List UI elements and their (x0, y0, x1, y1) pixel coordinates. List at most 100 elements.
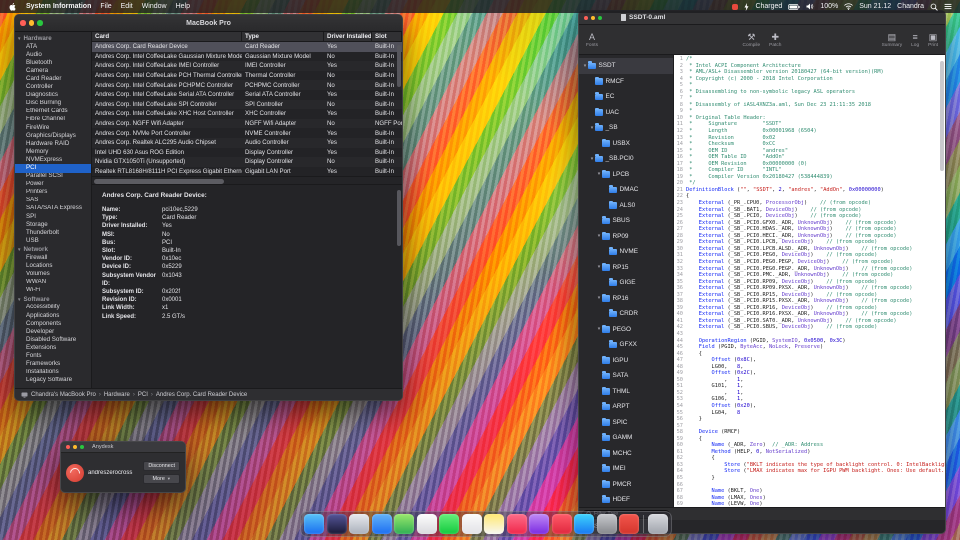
sidebar-item-printers[interactable]: Printers (15, 189, 91, 197)
table-horizontal-scrollbar[interactable] (92, 176, 402, 185)
dock-icon-music[interactable] (507, 514, 527, 534)
tree-node-sata[interactable]: SATA (579, 368, 673, 384)
anydesk-titlebar[interactable]: Anydesk (61, 442, 185, 453)
column-header-driver-installed[interactable]: Driver Installed (324, 32, 372, 41)
sidebar-item-nvmexpress[interactable]: NVMExpress (15, 156, 91, 164)
tree-node-imei[interactable]: IMEI (579, 461, 673, 477)
table-row[interactable]: Realtek RTL8168H/8111H PCI Express Gigab… (92, 167, 402, 176)
menu-help[interactable]: Help (176, 3, 190, 10)
patch-button[interactable]: ✚Patch (769, 32, 781, 48)
sidebar-item-audio[interactable]: Audio (15, 51, 91, 59)
menu-edit[interactable]: Edit (121, 3, 133, 10)
tree-node-sbus[interactable]: SBUS (579, 213, 673, 229)
tree-node-als0[interactable]: ALS0 (579, 198, 673, 214)
spotlight-icon[interactable] (930, 3, 938, 11)
menu-window[interactable]: Window (142, 3, 167, 10)
sidebar-item-usb[interactable]: USB (15, 237, 91, 245)
tree-node-ssdt[interactable]: ▾SSDT (579, 58, 673, 74)
sidebar-item-components[interactable]: Components (15, 320, 91, 328)
menu-file[interactable]: File (100, 3, 111, 10)
close-button[interactable] (584, 16, 588, 20)
sidebar-item-extensions[interactable]: Extensions (15, 344, 91, 352)
tree-node-gfxx[interactable]: GFXX (579, 337, 673, 353)
sidebar-item-wwan[interactable]: WWAN (15, 279, 91, 287)
sidebar-item-thunderbolt[interactable]: Thunderbolt (15, 229, 91, 237)
tree-node-rp09[interactable]: ▾RP09 (579, 229, 673, 245)
sidebar-section-software[interactable]: ▼Software (15, 295, 91, 304)
charging-bolt-icon[interactable] (744, 3, 749, 11)
table-row[interactable]: Andres Corp. Intel CoffeeLake PCH Therma… (92, 71, 402, 81)
tree-node-sb-pci0[interactable]: ▾_SB.PCI0 (579, 151, 673, 167)
menu-clock[interactable]: Sun 21.12 (859, 3, 891, 10)
sidebar-item-ata[interactable]: ATA (15, 43, 91, 51)
close-button[interactable] (20, 20, 26, 26)
sidebar-item-ethernet-cards[interactable]: Ethernet Cards (15, 108, 91, 116)
sidebar-item-fonts[interactable]: Fonts (15, 352, 91, 360)
tree-node-thml[interactable]: THML (579, 384, 673, 400)
sidebar-item-sata-sata-express[interactable]: SATA/SATA Express (15, 205, 91, 213)
battery-icon[interactable] (788, 4, 800, 10)
dock-icon-calendar[interactable] (462, 514, 482, 534)
tree-node-gige[interactable]: GIGE (579, 275, 673, 291)
table-row[interactable]: Intel UHD 630 Asus ROG EditionDisplay Co… (92, 148, 402, 158)
breadcrumb-item[interactable]: Andres Corp. Card Reader Device (156, 392, 247, 398)
battery-percent-label[interactable]: 100% (820, 3, 838, 10)
app-menu-title[interactable]: System Information (26, 3, 91, 10)
code-vertical-scrollbar[interactable] (940, 61, 944, 171)
fonts-button[interactable]: AFonts (586, 32, 598, 48)
sidebar-item-spi[interactable]: SPI (15, 213, 91, 221)
close-button[interactable] (66, 445, 70, 449)
sidebar-item-fibre-channel[interactable]: Fibre Channel (15, 116, 91, 124)
sidebar-item-wi-fi[interactable]: Wi-Fi (15, 287, 91, 295)
table-row[interactable]: Andres Corp. Intel CoffeeLake SPI Contro… (92, 100, 402, 110)
tree-node-nvme[interactable]: NVME (579, 244, 673, 260)
sidebar-item-frameworks[interactable]: Frameworks (15, 360, 91, 368)
code-editor[interactable]: 1/*2 * Intel ACPI Component Architecture… (674, 55, 945, 507)
table-row[interactable]: Andres Corp. Card Reader DeviceCard Read… (92, 42, 402, 52)
sidebar-item-diagnostics[interactable]: Diagnostics (15, 92, 91, 100)
dock-icon-launchpad[interactable] (349, 514, 369, 534)
fast-user-switch-menu[interactable]: Chandra (897, 3, 924, 10)
maciasl-titlebar[interactable]: SSDT-0.aml (579, 11, 945, 25)
apple-menu[interactable] (8, 2, 17, 12)
tree-node-rp15[interactable]: ▾RP15 (579, 260, 673, 276)
sidebar-item-sas[interactable]: SAS (15, 197, 91, 205)
tree-node-arpt[interactable]: ARPT (579, 399, 673, 415)
breadcrumb-item[interactable]: Hardware (104, 392, 130, 398)
scrollbar-thumb[interactable] (94, 179, 224, 184)
wifi-icon[interactable] (844, 3, 853, 10)
tree-node-uac[interactable]: UAC (579, 105, 673, 121)
dock-icon-notes[interactable] (484, 514, 504, 534)
dock-icon-photos[interactable] (417, 514, 437, 534)
tree-node-pmcr[interactable]: PMCR (579, 477, 673, 493)
anydesk-menu-icon[interactable] (732, 4, 738, 10)
sidebar-item-camera[interactable]: Camera (15, 67, 91, 75)
summary-button[interactable]: ▤Summary (882, 32, 903, 48)
print-button[interactable]: ▣Print (928, 32, 938, 48)
sidebar-item-installations[interactable]: Installations (15, 369, 91, 377)
table-row[interactable]: Andres Corp. NGFF Wifi AdapterNGFF Wifi … (92, 119, 402, 129)
dock-icon-mail[interactable] (372, 514, 392, 534)
dock-icon-app-store[interactable] (574, 514, 594, 534)
compile-button[interactable]: ⚒Compile (743, 32, 761, 48)
notification-center-icon[interactable] (944, 3, 952, 10)
column-header-slot[interactable]: Slot (372, 32, 402, 41)
table-row[interactable]: Andres Corp. Realtek ALC295 Audio Chipse… (92, 138, 402, 148)
column-header-type[interactable]: Type (242, 32, 324, 41)
minimize-button[interactable] (591, 16, 595, 20)
dock-icon-maps[interactable] (394, 514, 414, 534)
sidebar-section-network[interactable]: ▼Network (15, 245, 91, 254)
sidebar-item-bluetooth[interactable]: Bluetooth (15, 59, 91, 67)
minimize-button[interactable] (73, 445, 77, 449)
table-row[interactable]: Andres Corp. Intel CoffeeLake PCHPMC Con… (92, 80, 402, 90)
sidebar-item-graphics-displays[interactable]: Graphics/Displays (15, 132, 91, 140)
tree-node-lpcb[interactable]: ▾LPCB (579, 167, 673, 183)
tree-node-spic[interactable]: SPIC (579, 415, 673, 431)
table-vertical-scrollbar[interactable] (397, 45, 401, 87)
table-row[interactable]: Andres Corp. Intel CoffeeLake IMEI Contr… (92, 61, 402, 71)
volume-icon[interactable] (806, 3, 814, 10)
sidebar-item-pci[interactable]: PCI (15, 164, 91, 172)
sidebar-item-hardware-raid[interactable]: Hardware RAID (15, 140, 91, 148)
table-row[interactable]: Nvidia GTX1050Ti (Unsupported)Display Co… (92, 157, 402, 167)
tree-node-rp16[interactable]: ▾RP16 (579, 291, 673, 307)
